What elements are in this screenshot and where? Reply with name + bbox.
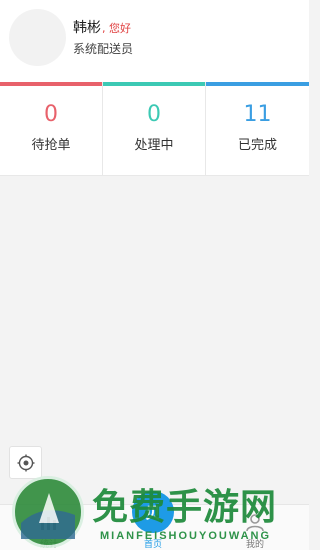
avatar[interactable] (9, 9, 66, 66)
stat-processing[interactable]: 0 处理中 (103, 82, 206, 176)
user-name-row: 韩彬, 您好 (73, 17, 131, 37)
stat-completed[interactable]: 11 已完成 (206, 82, 309, 176)
user-icon (246, 514, 264, 532)
stat-pending-label: 待抢单 (31, 138, 71, 153)
stats-icon (41, 517, 56, 530)
stat-processing-label: 处理中 (134, 138, 174, 153)
tab-mine[interactable]: 我的 (220, 505, 290, 550)
stat-completed-label: 已完成 (237, 138, 277, 153)
user-name: 韩彬 (73, 20, 101, 36)
user-role: 系统配送员 (73, 42, 134, 56)
tab-stats-label: 统计 (39, 540, 58, 550)
order-stats: 0 待抢单 0 处理中 11 已完成 (0, 82, 309, 176)
tab-stats[interactable]: 统计 (14, 505, 84, 550)
home-icon-glyph: 贝 (145, 503, 161, 522)
locate-button[interactable] (9, 446, 42, 479)
stat-processing-bar (103, 82, 205, 86)
tab-mine-label: 我的 (245, 540, 264, 550)
stat-pending[interactable]: 0 待抢单 (0, 82, 103, 176)
stat-pending-bar (0, 82, 102, 86)
stat-completed-count: 11 (243, 102, 272, 127)
tab-home-label: 首页 (143, 540, 162, 550)
locate-icon (17, 454, 34, 471)
stat-processing-count: 0 (147, 102, 161, 127)
home-icon[interactable]: 贝 (132, 491, 174, 533)
stat-pending-count: 0 (44, 102, 58, 127)
stat-completed-bar (206, 82, 309, 86)
profile-header: 韩彬, 您好 系统配送员 (0, 0, 309, 82)
greeting: , 您好 (102, 22, 131, 35)
